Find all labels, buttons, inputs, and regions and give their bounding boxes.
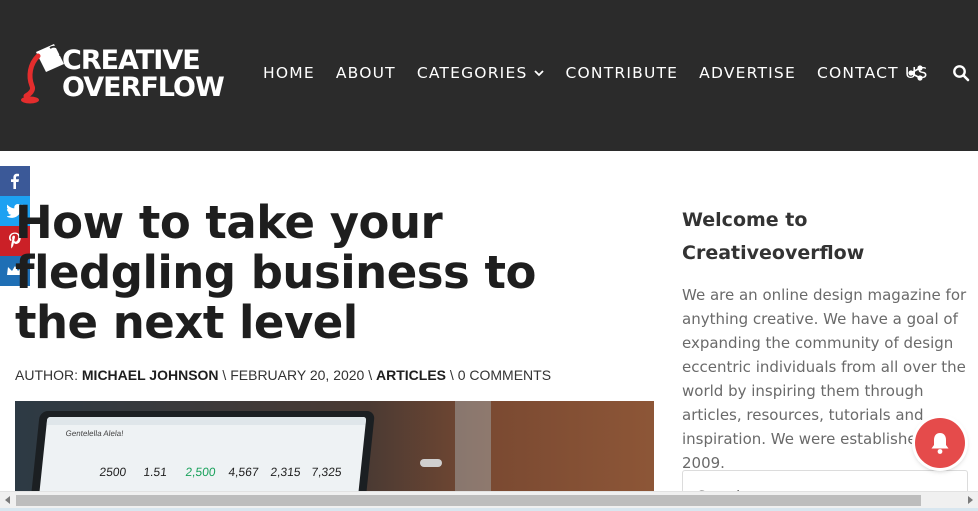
site-logo[interactable]: CREATIVE OVERFLOW [20,42,225,106]
main-nav: HOME ABOUT CATEGORIES CONTRIBUTE ADVERTI… [263,62,950,84]
horizontal-scrollbar[interactable] [0,491,978,508]
nav-categories[interactable]: CATEGORIES [417,64,545,82]
nav-categories-label: CATEGORIES [416,64,528,82]
dashboard-stat: 7,325 [310,465,343,479]
dashboard-stat: 2,315 [269,465,302,479]
site-header: CREATIVE OVERFLOW HOME ABOUT CATEGORIES … [0,0,978,151]
scrollbar-thumb[interactable] [16,495,921,506]
door-handle [420,459,442,467]
search-icon[interactable] [952,64,970,82]
facebook-icon [11,173,19,189]
dashboard-stat: 2,500 [184,465,217,479]
nav-home-label: HOME [263,64,315,82]
nav-advertise[interactable]: ADVERTISE [699,64,796,82]
chevron-down-icon [534,70,545,77]
dashboard-stat: 4,567 [227,465,260,479]
category-link[interactable]: ARTICLES [376,367,446,383]
article-meta: AUTHOR: MICHAEL JOHNSON \ FEBRUARY 20, 2… [15,367,551,383]
hero-image: Gentelella Alela! 2500 1.51 2,500 4,567 … [15,401,654,493]
logo-line-1: CREATIVE [62,45,201,76]
dashboard-name: Gentelella Alela! [65,429,124,438]
sidebar-title: Welcome to Creativeoverflow [682,209,865,264]
scroll-left-icon[interactable] [5,496,10,504]
meta-separator: \ [218,367,231,383]
meta-separator: \ [364,367,377,383]
scroll-right-icon[interactable] [968,496,973,504]
laptop-illustration: Gentelella Alela! 2500 1.51 2,500 4,567 … [30,411,375,493]
logo-line-2: OVERFLOW [62,72,225,103]
share-icon[interactable] [907,64,925,82]
article-title: How to take your fledgling business to t… [15,196,536,349]
notification-bell-button[interactable] [915,418,965,468]
nav-home[interactable]: HOME [263,64,315,82]
author-prefix: AUTHOR: [15,367,82,383]
nav-contribute[interactable]: CONTRIBUTE [565,64,678,82]
meta-separator: \ [446,367,458,383]
door-frame [455,401,491,493]
dashboard-stat: 2500 [98,465,128,479]
nav-contribute-label: CONTRIBUTE [565,64,679,82]
dashboard-stat: 1.51 [142,465,168,479]
laptop-screen: Gentelella Alela! 2500 1.51 2,500 4,567 … [38,417,367,493]
facebook-share-button[interactable] [0,166,30,196]
nav-advertise-label: ADVERTISE [699,64,796,82]
bell-icon [931,433,949,454]
nav-about-label: ABOUT [335,64,396,82]
paint-bucket-icon [21,44,64,104]
author-link[interactable]: MICHAEL JOHNSON [82,367,219,383]
nav-about[interactable]: ABOUT [336,64,396,82]
post-date: FEBRUARY 20, 2020 [230,367,365,383]
comments-link[interactable]: 0 COMMENTS [458,367,551,383]
page: CREATIVE OVERFLOW HOME ABOUT CATEGORIES … [0,0,978,511]
